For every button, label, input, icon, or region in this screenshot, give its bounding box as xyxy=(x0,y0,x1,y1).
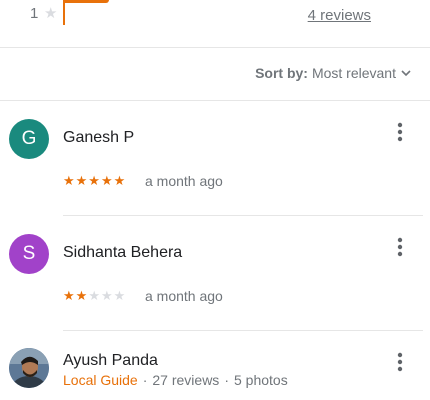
rating-bar xyxy=(63,0,65,25)
reviewer-name[interactable]: Ganesh P xyxy=(63,129,134,147)
sort-label: Sort by: xyxy=(255,65,308,81)
stars-filled: ★★ xyxy=(63,288,89,303)
rating-row-number: 1 xyxy=(30,5,39,22)
rating-summary: 1 ★ 4 reviews xyxy=(0,0,430,47)
star-rating: ★★★★★ xyxy=(63,173,126,189)
reviewer-meta: Local Guide · 27 reviews · 5 photos xyxy=(63,372,288,388)
sort-value: Most relevant xyxy=(311,65,396,81)
review-time: a month ago xyxy=(145,288,223,304)
avatar[interactable]: G xyxy=(9,119,49,159)
chevron-down-icon xyxy=(401,70,411,77)
rating-bar-fill xyxy=(63,0,109,3)
reviewer-name[interactable]: Sidhanta Behera xyxy=(63,244,182,262)
reviewer-name[interactable]: Ayush Panda xyxy=(63,352,158,370)
star-icon: ★ xyxy=(44,5,58,22)
star-rating: ★★★★★ xyxy=(63,288,126,304)
reviews-count-link[interactable]: 4 reviews xyxy=(308,7,371,24)
stars-filled: ★★★★★ xyxy=(63,173,127,188)
sort-bar: Sort by: Most relevant xyxy=(0,48,430,100)
review-item: Ayush Panda Local Guide · 27 reviews · 5 pho… xyxy=(0,331,430,400)
review-item: S Sidhanta Behera ★★★★★ a month ago xyxy=(0,216,430,330)
review-time: a month ago xyxy=(145,173,223,189)
more-options-icon[interactable] xyxy=(392,351,408,373)
more-options-icon[interactable] xyxy=(392,121,408,143)
local-guide-badge: Local Guide xyxy=(63,372,138,388)
stars-empty: ★★★ xyxy=(88,288,127,303)
sort-dropdown[interactable]: Sort by: Most relevant xyxy=(255,65,412,81)
avatar-photo[interactable] xyxy=(9,348,49,388)
separator: · xyxy=(142,372,148,388)
more-options-icon[interactable] xyxy=(392,236,408,258)
separator: · xyxy=(224,372,229,388)
avatar[interactable]: S xyxy=(9,234,49,274)
review-item: G Ganesh P ★★★★★ a month ago xyxy=(0,101,430,215)
reviewer-photo-count: 5 photos xyxy=(233,372,288,388)
reviewer-review-count: 27 reviews xyxy=(152,372,220,388)
